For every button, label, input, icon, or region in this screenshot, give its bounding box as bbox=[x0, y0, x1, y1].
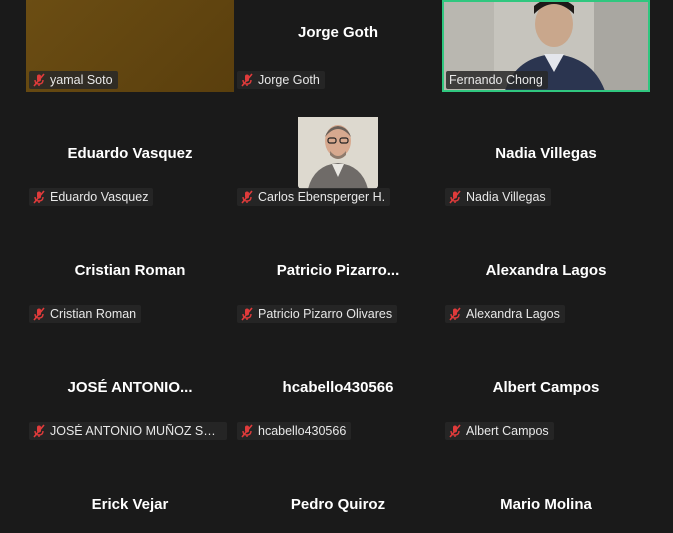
participant-name: yamal Soto bbox=[50, 73, 113, 87]
participant-tile-cristian-roman[interactable]: Cristian Roman Cristian Roman bbox=[26, 234, 234, 326]
microphone-muted-icon bbox=[449, 190, 461, 204]
microphone-muted-icon bbox=[33, 307, 45, 321]
participant-name: Cristian Roman bbox=[50, 307, 137, 321]
participant-display-name: Pedro Quiroz bbox=[290, 496, 386, 513]
participant-display-name: Erick Vejar bbox=[91, 496, 169, 513]
participant-tile-alexandra-lagos[interactable]: Alexandra Lagos Alexandra Lagos bbox=[442, 234, 650, 326]
participant-name: JOSÉ ANTONIO MUÑOZ SALV... bbox=[50, 424, 222, 438]
participant-name: Eduardo Vasquez bbox=[50, 190, 149, 204]
participant-tile-mario-molina[interactable]: Mario Molina bbox=[442, 468, 650, 533]
participant-name-tag: Cristian Roman bbox=[29, 305, 142, 323]
microphone-muted-icon bbox=[33, 73, 45, 87]
gallery-view: yamal Soto Jorge Goth Jorge Goth Fernand… bbox=[0, 0, 673, 533]
participant-display-name: Patricio Pizarro... bbox=[276, 262, 400, 279]
participant-name-tag: Albert Campos bbox=[445, 422, 554, 440]
participant-avatar bbox=[298, 117, 378, 189]
microphone-muted-icon bbox=[241, 424, 253, 438]
participant-name: Patricio Pizarro Olivares bbox=[258, 307, 393, 321]
participant-name-tag: Nadia Villegas bbox=[445, 188, 551, 206]
participant-display-name: Albert Campos bbox=[492, 379, 600, 396]
participant-name: Jorge Goth bbox=[258, 73, 320, 87]
microphone-muted-icon bbox=[449, 307, 461, 321]
participant-tile-fernando-chong[interactable]: Fernando Chong bbox=[442, 0, 650, 92]
participant-tile-nadia-villegas[interactable]: Nadia Villegas Nadia Villegas bbox=[442, 117, 650, 209]
participant-name-tag: Fernando Chong bbox=[446, 71, 548, 89]
participant-name: Nadia Villegas bbox=[466, 190, 546, 204]
participant-name: Albert Campos bbox=[466, 424, 549, 438]
participant-name-tag: Patricio Pizarro Olivares bbox=[237, 305, 398, 323]
participant-tile-jorge-goth[interactable]: Jorge Goth Jorge Goth bbox=[234, 0, 442, 92]
participant-name: Fernando Chong bbox=[449, 73, 543, 87]
participant-display-name: Nadia Villegas bbox=[495, 145, 597, 162]
microphone-muted-icon bbox=[33, 190, 45, 204]
participant-tile-albert-campos[interactable]: Albert Campos Albert Campos bbox=[442, 351, 650, 443]
participant-display-name: JOSÉ ANTONIO... bbox=[67, 379, 193, 396]
participant-tile-hcabello[interactable]: hcabello430566 hcabello430566 bbox=[234, 351, 442, 443]
participant-tile-jose-antonio[interactable]: JOSÉ ANTONIO... JOSÉ ANTONIO MUÑOZ SALV.… bbox=[26, 351, 234, 443]
participant-tile-erick-vejar[interactable]: Erick Vejar bbox=[26, 468, 234, 533]
participant-name: Carlos Ebensperger H. bbox=[258, 190, 386, 204]
participant-tile-pedro-quiroz[interactable]: Pedro Quiroz bbox=[234, 468, 442, 533]
participant-display-name: Eduardo Vasquez bbox=[67, 145, 193, 162]
microphone-muted-icon bbox=[241, 190, 253, 204]
participant-tile-yamal-soto[interactable]: yamal Soto bbox=[26, 0, 234, 92]
participant-name-tag: hcabello430566 bbox=[237, 422, 352, 440]
microphone-muted-icon bbox=[241, 73, 253, 87]
participant-display-name: Alexandra Lagos bbox=[485, 262, 607, 279]
participant-display-name: Mario Molina bbox=[500, 496, 592, 513]
participant-tile-patricio-pizarro[interactable]: Patricio Pizarro... Patricio Pizarro Oli… bbox=[234, 234, 442, 326]
avatar-image bbox=[298, 117, 378, 189]
participant-display-name: Cristian Roman bbox=[74, 262, 186, 279]
participant-name-tag: yamal Soto bbox=[29, 71, 118, 89]
participant-name: Alexandra Lagos bbox=[466, 307, 560, 321]
participant-name-tag: Jorge Goth bbox=[237, 71, 325, 89]
participant-name-tag: Eduardo Vasquez bbox=[29, 188, 154, 206]
participant-tile-carlos-ebensperger[interactable]: Carlos Ebensperger H. bbox=[234, 117, 442, 209]
participant-name-tag: Alexandra Lagos bbox=[445, 305, 565, 323]
microphone-muted-icon bbox=[33, 424, 45, 438]
participant-tile-eduardo-vasquez[interactable]: Eduardo Vasquez Eduardo Vasquez bbox=[26, 117, 234, 209]
participant-display-name: hcabello430566 bbox=[282, 379, 394, 396]
microphone-muted-icon bbox=[449, 424, 461, 438]
participant-name-tag: Carlos Ebensperger H. bbox=[237, 188, 391, 206]
participant-name: hcabello430566 bbox=[258, 424, 347, 438]
microphone-muted-icon bbox=[241, 307, 253, 321]
participant-display-name: Jorge Goth bbox=[297, 24, 378, 41]
participant-name-tag: JOSÉ ANTONIO MUÑOZ SALV... bbox=[29, 422, 227, 440]
